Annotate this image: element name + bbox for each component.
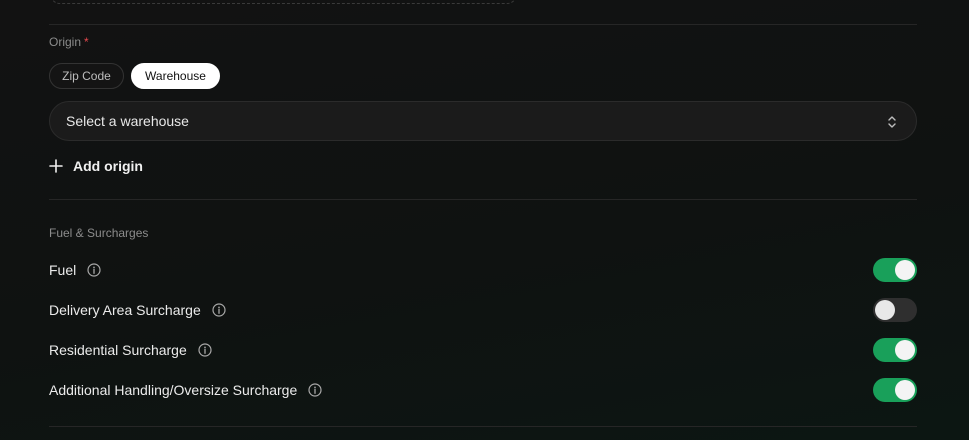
- surcharge-label: Fuel: [49, 262, 77, 278]
- toggle-fuel[interactable]: [873, 258, 917, 282]
- surcharge-row-fuel: Fuel: [49, 260, 101, 280]
- origin-section-label: Origin *: [49, 35, 89, 49]
- add-origin-label: Add origin: [73, 158, 143, 174]
- toggle-delivery-area-surcharge[interactable]: [873, 298, 917, 322]
- dropzone-box: [50, 0, 517, 4]
- info-icon[interactable]: [212, 303, 226, 317]
- info-icon[interactable]: [87, 263, 101, 277]
- add-origin-button[interactable]: Add origin: [49, 156, 143, 176]
- info-icon[interactable]: [198, 343, 212, 357]
- toggle-knob: [895, 340, 915, 360]
- section-divider: [49, 199, 917, 200]
- surcharge-row-residential: Residential Surcharge: [49, 340, 212, 360]
- surcharge-row-delivery-area: Delivery Area Surcharge: [49, 300, 226, 320]
- fuel-surcharges-section-label: Fuel & Surcharges: [49, 226, 149, 240]
- warehouse-select-value: Select a warehouse: [66, 113, 189, 129]
- surcharge-row-additional-handling: Additional Handling/Oversize Surcharge: [49, 380, 322, 400]
- chevron-up-down-icon: [888, 116, 896, 128]
- toggle-additional-handling-surcharge[interactable]: [873, 378, 917, 402]
- toggle-knob: [875, 300, 895, 320]
- info-icon[interactable]: [308, 383, 322, 397]
- section-divider: [49, 24, 917, 25]
- section-divider: [49, 426, 917, 427]
- surcharge-label: Additional Handling/Oversize Surcharge: [49, 382, 298, 398]
- plus-icon: [49, 159, 63, 173]
- surcharge-label: Delivery Area Surcharge: [49, 302, 201, 318]
- warehouse-select[interactable]: Select a warehouse: [49, 101, 917, 141]
- surcharge-label: Residential Surcharge: [49, 342, 187, 358]
- toggle-residential-surcharge[interactable]: [873, 338, 917, 362]
- origin-tab-zip-code[interactable]: Zip Code: [49, 63, 124, 89]
- required-marker: *: [84, 35, 89, 49]
- origin-tab-warehouse[interactable]: Warehouse: [131, 63, 220, 89]
- toggle-knob: [895, 380, 915, 400]
- toggle-knob: [895, 260, 915, 280]
